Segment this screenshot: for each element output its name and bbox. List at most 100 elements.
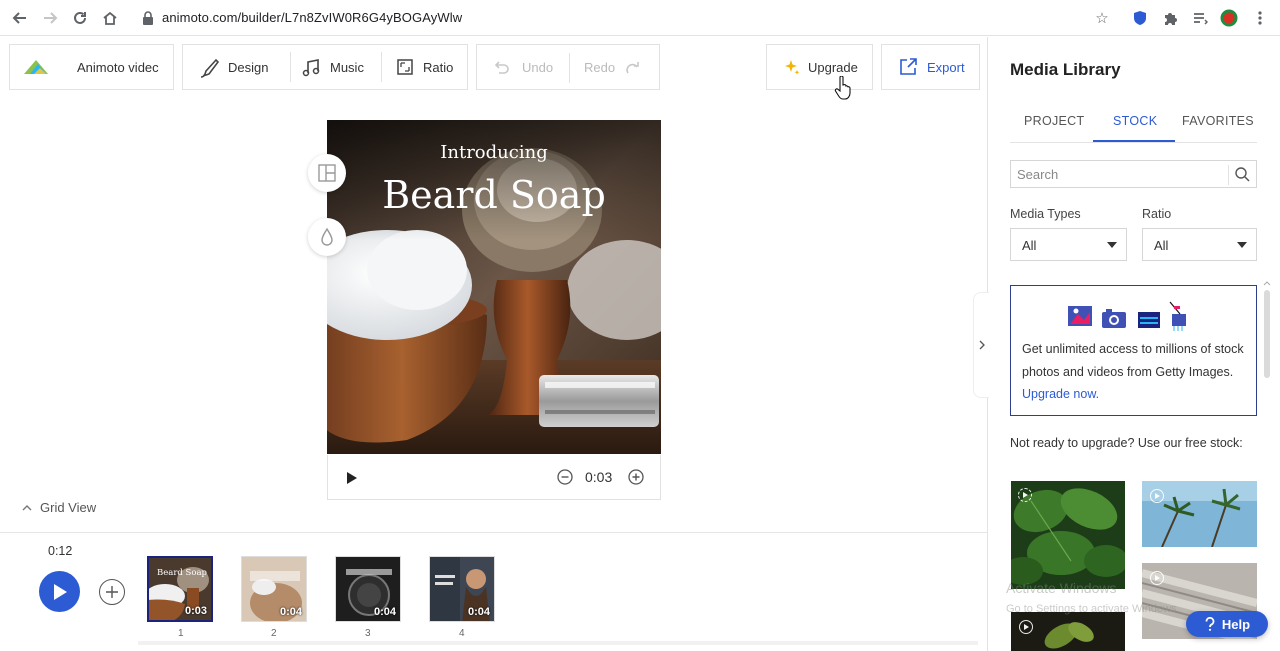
stock-item-plant[interactable] — [1011, 612, 1125, 651]
droplet-icon — [321, 228, 333, 246]
ratio-select[interactable]: All — [1142, 228, 1257, 261]
scene-number: 1 — [178, 628, 184, 639]
scene-thumbnail-2[interactable]: 0:04 — [241, 556, 307, 622]
windows-watermark-title: Activate Windows — [1006, 580, 1117, 596]
redo-button[interactable]: Redo — [584, 60, 615, 75]
video-preview[interactable]: Introducing Beard Soap — [327, 120, 661, 454]
address-bar[interactable]: animoto.com/builder/L7n8ZvIW0R6G4yBOGAyW… — [162, 10, 462, 25]
decrease-duration-icon[interactable] — [557, 469, 573, 490]
color-tool-button[interactable] — [308, 218, 346, 256]
stock-item-palms[interactable] — [1142, 481, 1257, 547]
upgrade-label: Upgrade — [808, 60, 858, 75]
preview-controls: 0:03 — [327, 455, 661, 500]
back-icon[interactable] — [10, 8, 30, 28]
media-types-select[interactable]: All — [1010, 228, 1127, 261]
shield-extension-icon[interactable] — [1131, 9, 1149, 27]
design-button[interactable]: Design — [228, 60, 268, 75]
scene-duration: 0:04 — [373, 606, 396, 618]
stock-item-basil[interactable] — [1011, 481, 1125, 589]
preview-play-icon[interactable] — [347, 471, 357, 489]
panel-scrollbar[interactable] — [1262, 280, 1272, 380]
profile-avatar[interactable] — [1220, 9, 1238, 27]
tab-project[interactable]: PROJECT — [1024, 114, 1084, 128]
video-play-icon — [1150, 571, 1164, 585]
media-icons-illustration — [1066, 300, 1206, 337]
toolbar-divider — [381, 52, 382, 82]
home-icon[interactable] — [100, 8, 120, 28]
scene-thumbnail-3[interactable]: 0:04 — [335, 556, 401, 622]
puzzle-extension-icon[interactable] — [1161, 9, 1179, 27]
scene-caption: Beard Soap — [157, 568, 207, 578]
scene-number: 2 — [271, 628, 277, 639]
scene-thumbnail-4[interactable]: 0:04 — [429, 556, 495, 622]
upgrade-button[interactable]: Upgrade — [766, 44, 873, 90]
add-scene-button[interactable] — [99, 579, 125, 605]
music-button[interactable]: Music — [330, 60, 364, 75]
ratio-value: All — [1154, 238, 1169, 253]
play-icon — [53, 583, 67, 600]
help-label: Help — [1221, 616, 1251, 632]
ratio-button[interactable]: Ratio — [423, 60, 453, 75]
media-types-value: All — [1022, 238, 1037, 253]
upgrade-promo-card: Get unlimited access to millions of stoc… — [1010, 285, 1257, 416]
tab-divider — [1010, 142, 1257, 143]
timeline-scrollbar[interactable] — [138, 641, 978, 645]
tab-stock[interactable]: STOCK — [1113, 114, 1157, 128]
scene-duration: 0:03 — [585, 469, 613, 485]
scene-duration: 0:03 — [184, 605, 207, 617]
scene-thumbnail-1[interactable]: Beard Soap 0:03 — [146, 555, 214, 623]
reading-list-icon[interactable] — [1191, 9, 1209, 27]
music-note-icon[interactable] — [301, 58, 321, 81]
help-button[interactable]: Help — [1186, 611, 1268, 637]
promo-message: Get unlimited access to millions of stoc… — [1022, 342, 1244, 379]
plus-icon — [106, 586, 118, 598]
free-stock-text: Not ready to upgrade? Use our free stock… — [1010, 436, 1243, 450]
forward-icon[interactable] — [40, 8, 60, 28]
scene-number: 4 — [459, 628, 465, 639]
search-icon[interactable] — [1235, 167, 1250, 187]
undo-icon[interactable] — [494, 60, 510, 79]
active-tab-indicator — [1093, 140, 1175, 142]
export-icon — [898, 57, 918, 80]
preview-title-line2: Beard Soap — [382, 173, 606, 217]
export-button[interactable]: Export — [881, 44, 980, 90]
tab-favorites[interactable]: FAVORITES — [1182, 114, 1254, 128]
animoto-logo-icon — [24, 58, 48, 79]
panel-collapse-button[interactable] — [973, 292, 989, 398]
layout-tool-button[interactable] — [308, 154, 346, 192]
grid-view-label: Grid View — [40, 500, 97, 515]
redo-icon[interactable] — [625, 60, 641, 79]
scene-duration: 0:04 — [467, 606, 490, 618]
export-label: Export — [927, 60, 965, 75]
project-name-button[interactable]: Animoto videc — [9, 44, 174, 90]
lock-icon — [142, 11, 154, 25]
undo-button[interactable]: Undo — [522, 60, 553, 75]
preview-title-line1: Introducing — [440, 142, 548, 163]
play-button[interactable] — [39, 571, 80, 612]
sparkle-icon — [783, 58, 801, 79]
grid-view-toggle[interactable]: Grid View — [22, 500, 96, 515]
bookmark-star-icon[interactable]: ☆ — [1093, 9, 1111, 27]
chevron-up-icon — [22, 505, 32, 511]
search-input[interactable] — [1017, 165, 1223, 183]
reload-icon[interactable] — [70, 8, 90, 28]
toolbar-divider — [569, 53, 570, 83]
ratio-icon[interactable] — [397, 59, 413, 78]
media-library-title: Media Library — [1010, 60, 1121, 79]
ratio-filter-label: Ratio — [1142, 207, 1172, 221]
layout-grid-icon — [318, 164, 336, 182]
search-box — [1010, 160, 1257, 188]
scene-number: 3 — [365, 628, 371, 639]
chevron-right-icon — [979, 340, 985, 350]
promo-text: Get unlimited access to millions of stoc… — [1022, 338, 1248, 406]
design-brush-icon[interactable] — [199, 58, 220, 81]
increase-duration-icon[interactable] — [628, 469, 644, 490]
hand-cursor-icon — [834, 75, 852, 105]
scene-duration: 0:04 — [279, 606, 302, 618]
upgrade-now-link[interactable]: Upgrade now. — [1022, 387, 1099, 401]
toolbar-divider — [290, 52, 291, 82]
toolbar-group: Design Music Ratio — [182, 44, 468, 90]
browser-menu-icon[interactable] — [1251, 9, 1269, 27]
search-divider — [1228, 165, 1229, 185]
media-types-label: Media Types — [1010, 207, 1081, 221]
